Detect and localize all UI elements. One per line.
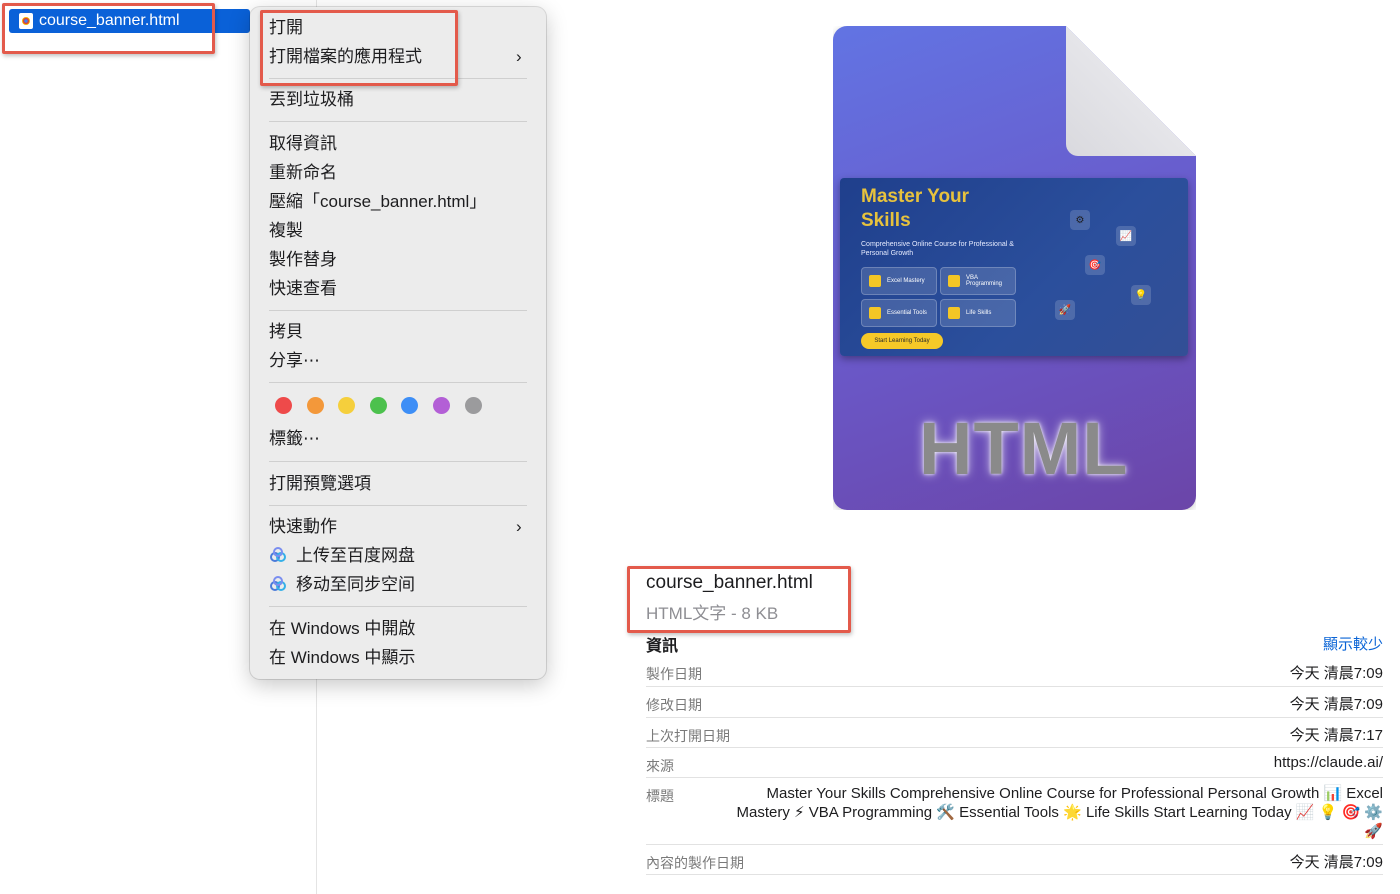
info-row-last-opened: 上次打開日期 今天 清晨7:17 xyxy=(646,718,1383,748)
menu-item-compress[interactable]: 壓縮「course_banner.html」 xyxy=(269,191,486,213)
menu-item-copy[interactable]: 拷貝 xyxy=(269,321,303,343)
info-value: 今天 清晨7:09 xyxy=(1289,854,1383,871)
info-row-source: 來源 https://claude.ai/ xyxy=(646,748,1383,778)
rocket-icon: 🚀 xyxy=(1055,300,1075,320)
tag-color-yellow[interactable] xyxy=(338,397,355,414)
info-row-title: 標題 Master Your Skills Comprehensive Onli… xyxy=(646,778,1383,845)
tag-color-orange[interactable] xyxy=(307,397,324,414)
menu-item-open[interactable]: 打開 xyxy=(269,17,303,39)
menu-item-rename[interactable]: 重新命名 xyxy=(269,162,337,184)
banner-chip: Life Skills xyxy=(940,299,1016,327)
menu-item-open-with[interactable]: 打開檔案的應用程式 › xyxy=(269,46,522,68)
menu-item-move-to-trash[interactable]: 丟到垃圾桶 xyxy=(269,89,354,111)
chrome-html-file-icon xyxy=(19,13,33,29)
tools-icon xyxy=(869,307,881,319)
info-value: https://claude.ai/ xyxy=(1273,754,1383,771)
show-less-link[interactable]: 顯示較少 xyxy=(1323,633,1383,654)
banner-chip: Essential Tools xyxy=(861,299,937,327)
menu-item-duplicate[interactable]: 複製 xyxy=(269,220,303,242)
info-row-modified: 修改日期 今天 清晨7:09 xyxy=(646,687,1383,718)
star-icon xyxy=(948,307,960,319)
menu-item-show-view-options[interactable]: 打開預覽選項 xyxy=(269,473,371,495)
menu-item-tags[interactable]: 標籤⋯ xyxy=(269,428,320,450)
menu-item-move-sync[interactable]: 移动至同步空间 xyxy=(269,574,415,596)
info-key: 製作日期 xyxy=(646,666,702,682)
info-key: 內容的製作日期 xyxy=(646,855,744,871)
menu-item-make-alias[interactable]: 製作替身 xyxy=(269,249,337,271)
chart-icon xyxy=(869,275,881,287)
gear-icon: ⚙ xyxy=(1070,210,1090,230)
banner-subtitle: Comprehensive Online Course for Professi… xyxy=(861,241,1014,257)
menu-item-get-info[interactable]: 取得資訊 xyxy=(269,133,337,155)
chart-up-icon: 📈 xyxy=(1116,226,1136,246)
banner-thumbnail: Master Your Skills Comprehensive Online … xyxy=(840,178,1188,356)
menu-separator xyxy=(269,606,527,607)
baidu-cloud-icon xyxy=(270,547,286,562)
menu-item-quick-actions[interactable]: 快速動作 › xyxy=(269,516,522,538)
document-fold xyxy=(1066,26,1196,156)
menu-separator xyxy=(269,382,527,383)
menu-separator xyxy=(269,121,527,122)
lightning-icon xyxy=(948,275,960,287)
info-row-content-created: 內容的製作日期 今天 清晨7:09 xyxy=(646,845,1383,875)
file-item-selected[interactable]: course_banner.html xyxy=(9,9,250,33)
menu-separator xyxy=(269,78,527,79)
info-key: 上次打開日期 xyxy=(646,728,730,744)
info-row-created: 製作日期 今天 清晨7:09 xyxy=(646,656,1383,687)
tag-color-blue[interactable] xyxy=(401,397,418,414)
info-key: 修改日期 xyxy=(646,697,702,713)
preview-file-name: course_banner.html xyxy=(646,572,813,593)
file-preview-icon: Master Your Skills Comprehensive Online … xyxy=(833,26,1196,510)
menu-separator xyxy=(269,461,527,462)
baidu-cloud-icon xyxy=(270,576,286,591)
info-key: 標題 xyxy=(646,788,674,804)
info-value: 今天 清晨7:17 xyxy=(1289,727,1383,744)
file-item-name: course_banner.html xyxy=(39,12,180,29)
menu-item-share[interactable]: 分享⋯ xyxy=(269,350,320,372)
menu-separator xyxy=(269,310,527,311)
info-value: 今天 清晨7:09 xyxy=(1289,665,1383,682)
lightbulb-icon: 💡 xyxy=(1131,285,1151,305)
banner-cta: Start Learning Today xyxy=(861,333,943,349)
info-value: 今天 清晨7:09 xyxy=(1289,696,1383,713)
menu-item-quick-look[interactable]: 快速查看 xyxy=(269,278,337,300)
info-value: Master Your Skills Comprehensive Online … xyxy=(736,785,1383,840)
target-icon: 🎯 xyxy=(1085,255,1105,275)
tag-color-red[interactable] xyxy=(275,397,292,414)
context-menu: 打開 打開檔案的應用程式 › 丟到垃圾桶 取得資訊 重新命名 壓縮「course_… xyxy=(250,7,546,679)
banner-chip: Excel Mastery xyxy=(861,267,937,295)
preview-file-meta: HTML文字 - 8 KB xyxy=(646,604,779,623)
menu-separator xyxy=(269,505,527,506)
tag-color-gray[interactable] xyxy=(465,397,482,414)
chevron-right-icon: › xyxy=(516,517,522,536)
info-header: 資訊 xyxy=(646,638,679,655)
chevron-right-icon: › xyxy=(516,47,522,66)
tag-color-purple[interactable] xyxy=(433,397,450,414)
menu-item-show-in-windows[interactable]: 在 Windows 中顯示 xyxy=(269,647,415,669)
file-type-label: HTML xyxy=(919,407,1129,490)
menu-item-open-in-windows[interactable]: 在 Windows 中開啟 xyxy=(269,618,415,640)
info-key: 來源 xyxy=(646,758,674,774)
banner-chip: VBA Programming xyxy=(940,267,1016,295)
banner-title: Master Your Skills xyxy=(861,186,970,231)
menu-item-upload-baidu[interactable]: 上传至百度网盘 xyxy=(269,545,415,567)
tag-color-green[interactable] xyxy=(370,397,387,414)
